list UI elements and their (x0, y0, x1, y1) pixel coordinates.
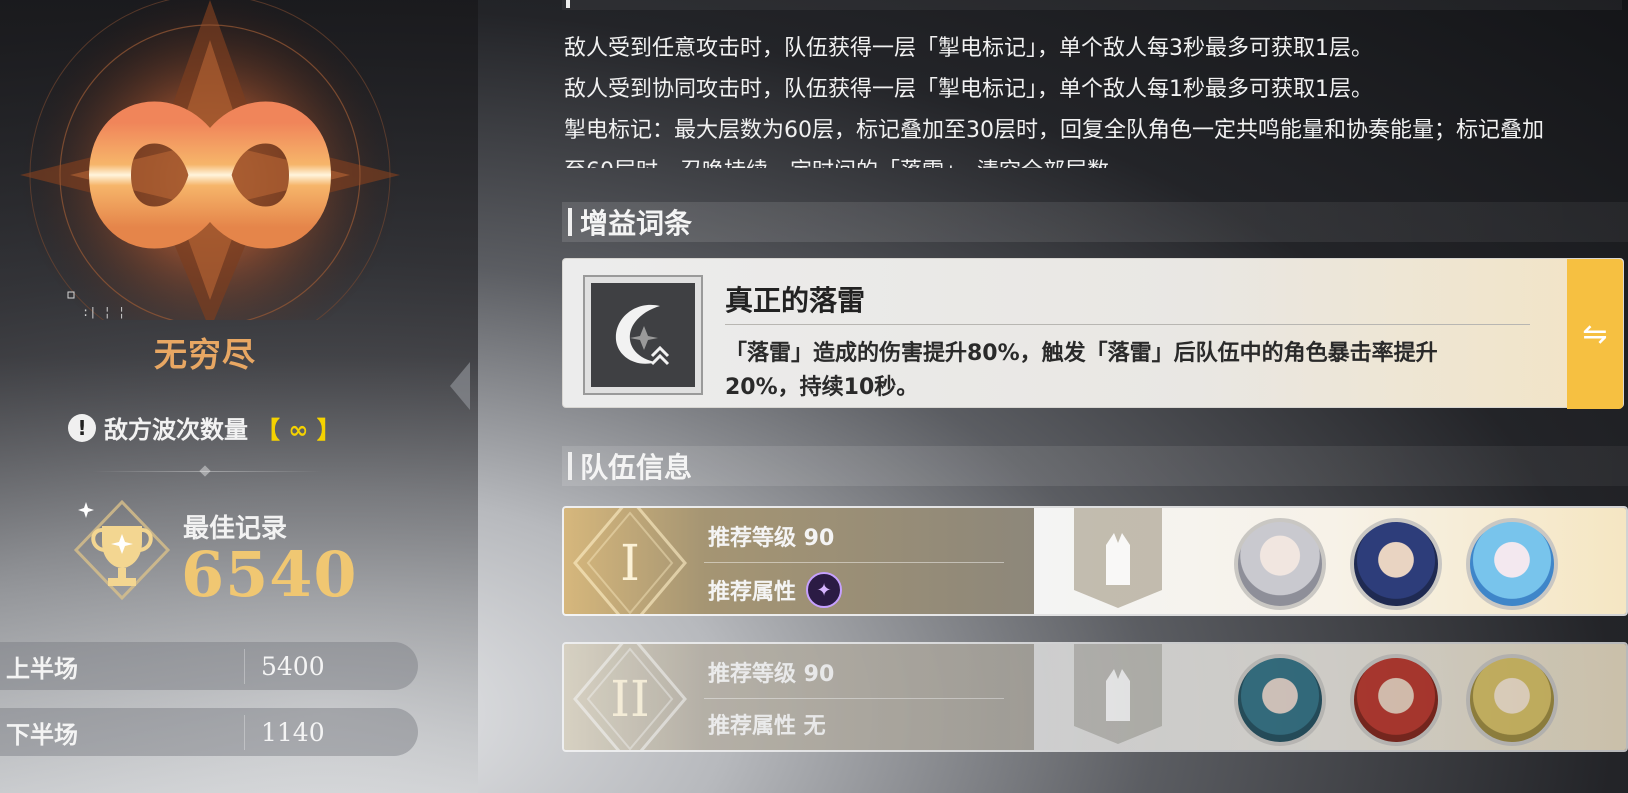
collapse-panel-arrow-icon[interactable] (450, 362, 470, 410)
team-section-header: 队伍信息 (562, 446, 1628, 486)
recommended-attribute-label: 推荐属性 无 (708, 714, 826, 739)
recommended-attribute-label: 推荐属性 (708, 580, 797, 605)
description-line: 至60层时，召唤持续一定时间的「落雷」，清空全部层数 (564, 153, 1109, 168)
waves-value: 【 ∞ 】 (256, 416, 341, 444)
description-section-header (562, 0, 1622, 10)
first-half-label: 上半场 (0, 648, 245, 684)
recommended-attribute: 推荐属性 ✦ (708, 572, 843, 608)
buff-section-header: 增益词条 (562, 202, 1628, 242)
swap-buff-button[interactable]: ⇋ (1567, 259, 1623, 409)
recommended-level: 推荐等级 90 (708, 526, 835, 551)
electro-attribute-icon: ✦ (806, 572, 843, 608)
lightning-buff-icon (591, 283, 695, 387)
character-avatar[interactable] (1234, 654, 1326, 746)
description-line: 敌人受到任意攻击时，队伍获得一层「掣电标记」，单个敌人每3秒最多可获取1层。 (564, 36, 1373, 61)
svg-text::| ¦ ¦: :| ¦ ¦ (82, 306, 125, 320)
character-avatar[interactable] (1466, 518, 1558, 610)
mode-info-panel: :| ¦ ¦ 无穷尽 ! 敌方波次数量 【 ∞ 】 最佳记录 6540 上半场 … (0, 0, 478, 793)
divider (704, 562, 1004, 563)
detail-panel: 敌人受到任意攻击时，队伍获得一层「掣电标记」，单个敌人每3秒最多可获取1层。 敌… (478, 0, 1628, 793)
team-banner-icon (1074, 508, 1162, 608)
first-half-value: 5400 (261, 651, 325, 681)
character-avatar[interactable] (1234, 518, 1326, 610)
best-record-value: 6540 (181, 538, 358, 611)
team-numeral: II (610, 670, 650, 728)
team-section-title: 队伍信息 (580, 451, 693, 484)
buff-icon-frame (583, 275, 703, 395)
second-half-label: 下半场 (0, 714, 245, 750)
recommended-attribute: 推荐属性 无 (708, 708, 826, 740)
mode-title: 无穷尽 (154, 335, 256, 374)
description-scroll-area[interactable]: 敌人受到任意攻击时，队伍获得一层「掣电标记」，单个敌人每3秒最多可获取1层。 敌… (478, 0, 1628, 168)
second-half-score-row: 下半场 1140 (0, 708, 418, 756)
exclamation-icon: ! (68, 413, 96, 442)
buff-section-title: 增益词条 (580, 207, 693, 240)
waves-label: 敌方波次数量 (104, 416, 248, 444)
team-roster (1034, 644, 1626, 750)
character-avatar[interactable] (1350, 518, 1442, 610)
team-card-2[interactable]: II 推荐等级 90 推荐属性 无 (562, 642, 1628, 752)
trophy-icon (73, 499, 171, 601)
team-info: I 推荐等级 90 推荐属性 ✦ (564, 508, 1034, 614)
buff-description: 「落雷」造成的伤害提升80%，触发「落雷」后队伍中的角色暴击率提升20%，持续1… (725, 341, 1438, 400)
divider (725, 324, 1530, 325)
team-roster (1034, 508, 1626, 614)
recommended-level: 推荐等级 90 (708, 662, 835, 687)
enemy-waves-info: ! 敌方波次数量 【 ∞ 】 (68, 410, 341, 445)
character-avatar[interactable] (1466, 654, 1558, 746)
team-banner-icon (1074, 644, 1162, 744)
character-avatar[interactable] (1350, 654, 1442, 746)
team-card-1[interactable]: I 推荐等级 90 推荐属性 ✦ (562, 506, 1628, 616)
description-line: 掣电标记：最大层数为60层，标记叠加至30层时，回复全队角色一定共鸣能量和协奏能… (564, 118, 1544, 143)
description-line: 敌人受到协同攻击时，队伍获得一层「掣电标记」，单个敌人每1秒最多可获取1层。 (564, 77, 1373, 102)
buff-card[interactable]: 真正的落雷 「落雷」造成的伤害提升80%，触发「落雷」后队伍中的角色暴击率提升2… (562, 258, 1624, 409)
team-numeral: I (620, 534, 640, 592)
infinity-emblem-icon: :| ¦ ¦ (20, 0, 400, 320)
divider-ornament (199, 465, 211, 477)
first-half-score-row: 上半场 5400 (0, 642, 418, 690)
second-half-value: 1140 (261, 717, 325, 747)
team-info: II 推荐等级 90 推荐属性 无 (564, 644, 1034, 750)
swap-arrows-icon: ⇋ (1582, 316, 1608, 352)
divider (704, 698, 1004, 699)
buff-name: 真正的落雷 (725, 284, 866, 317)
